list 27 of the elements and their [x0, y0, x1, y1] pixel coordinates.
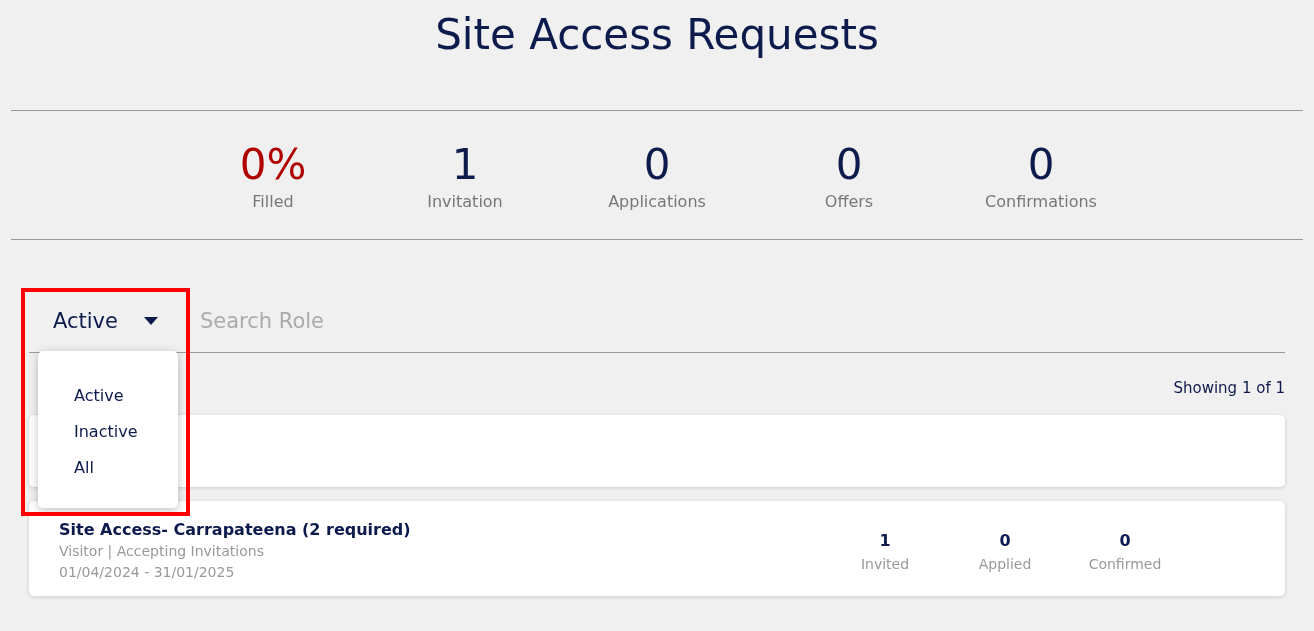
search-field[interactable]: Search Role [197, 308, 502, 334]
stat-value: 0% [239, 139, 307, 190]
result-count: Showing 1 of 1 [1173, 379, 1285, 399]
count-value: 0 [999, 530, 1011, 552]
count-value: 0 [1119, 530, 1131, 552]
menu-item[interactable]: Active [74, 378, 178, 414]
caret-icon [143, 317, 158, 325]
request-dates: 01/04/2024 - 31/01/2025 [59, 562, 236, 582]
page-title: Site Access Requests [434, 9, 880, 61]
request-meta: Visitor | Accepting Invitations [59, 541, 265, 562]
stat-label: Filled [252, 191, 294, 211]
stat-label: Confirmations [985, 191, 1097, 211]
menu-item[interactable]: Inactive [74, 414, 178, 450]
stat-label: Invitation [427, 191, 503, 211]
request-title[interactable]: Site Access- Carrapateena (2 required) [59, 518, 411, 541]
stat-value: 0 [1027, 139, 1055, 190]
menu-item[interactable]: All [74, 450, 178, 486]
stat-value: 0 [643, 139, 671, 190]
stat-label: Applications [608, 191, 706, 211]
count-label: Applied [978, 556, 1032, 572]
count-label: Invited [860, 556, 910, 572]
status-dropdown[interactable]: Active [29, 301, 168, 341]
count-value: 1 [879, 530, 891, 552]
stat-label: Offers [824, 191, 874, 211]
stat-value: 0 [835, 139, 863, 190]
count-label: Confirmed [1088, 556, 1162, 572]
stat-value: 1 [451, 139, 479, 190]
